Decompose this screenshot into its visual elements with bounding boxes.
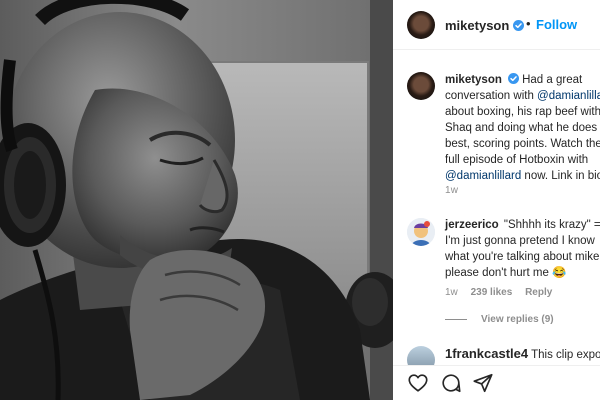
comment-timestamp[interactable]: 1w (445, 287, 458, 298)
mention-link[interactable]: @damianlillard (537, 90, 600, 102)
caption-text-part: about boxing, his rap beef with Shaq and… (445, 106, 600, 166)
post-actions (393, 365, 600, 400)
comment-avatar[interactable] (407, 346, 435, 365)
verified-badge-icon (513, 18, 525, 31)
verified-badge-icon (507, 73, 519, 84)
avatar-image (407, 218, 435, 246)
comment-body: jerzeerico "Shhhh its krazy" = I'm just … (445, 217, 600, 281)
comment-meta: 1w 239 likes Reply (445, 287, 562, 298)
comment-text: This clip exposes (531, 349, 600, 361)
follow-button[interactable]: Follow (536, 17, 577, 32)
caption-timestamp[interactable]: 1w (445, 185, 458, 196)
header-separator: • (526, 16, 531, 31)
header-username-row: miketyson (445, 17, 525, 35)
caption-avatar[interactable] (407, 72, 435, 100)
comment-icon[interactable] (440, 372, 462, 394)
comment-avatar[interactable] (407, 218, 435, 246)
comment-username[interactable]: 1frankcastle4 (445, 346, 528, 361)
replies-divider (445, 318, 467, 320)
post-photo[interactable] (0, 0, 393, 400)
post-photo-image (0, 0, 393, 400)
header-username[interactable]: miketyson (445, 18, 509, 33)
mention-link[interactable]: @damianlillard (445, 170, 521, 182)
comment-likes[interactable]: 239 likes (471, 287, 513, 298)
comment-body: 1frankcastle4 This clip exposes (445, 346, 600, 363)
share-icon[interactable] (472, 372, 494, 394)
laughing-emoji: 😂 (552, 267, 567, 279)
comments-section: miketyson Had a great conversation with … (393, 51, 600, 365)
post-header: miketyson • Follow (393, 0, 600, 50)
post-sidebar: miketyson • Follow miketyson Had a great… (393, 0, 600, 400)
comment-username[interactable]: jerzeerico (445, 219, 499, 231)
caption-text-part: now. Link in bio. (521, 170, 600, 182)
view-replies-label: View replies (9) (481, 314, 554, 325)
caption-username[interactable]: miketyson (445, 74, 502, 86)
reply-button[interactable]: Reply (525, 287, 552, 298)
view-replies-button[interactable]: View replies (9) (445, 314, 554, 325)
post-caption: miketyson Had a great conversation with … (445, 72, 600, 184)
account-avatar[interactable] (407, 11, 435, 39)
heart-icon[interactable] (407, 372, 429, 394)
